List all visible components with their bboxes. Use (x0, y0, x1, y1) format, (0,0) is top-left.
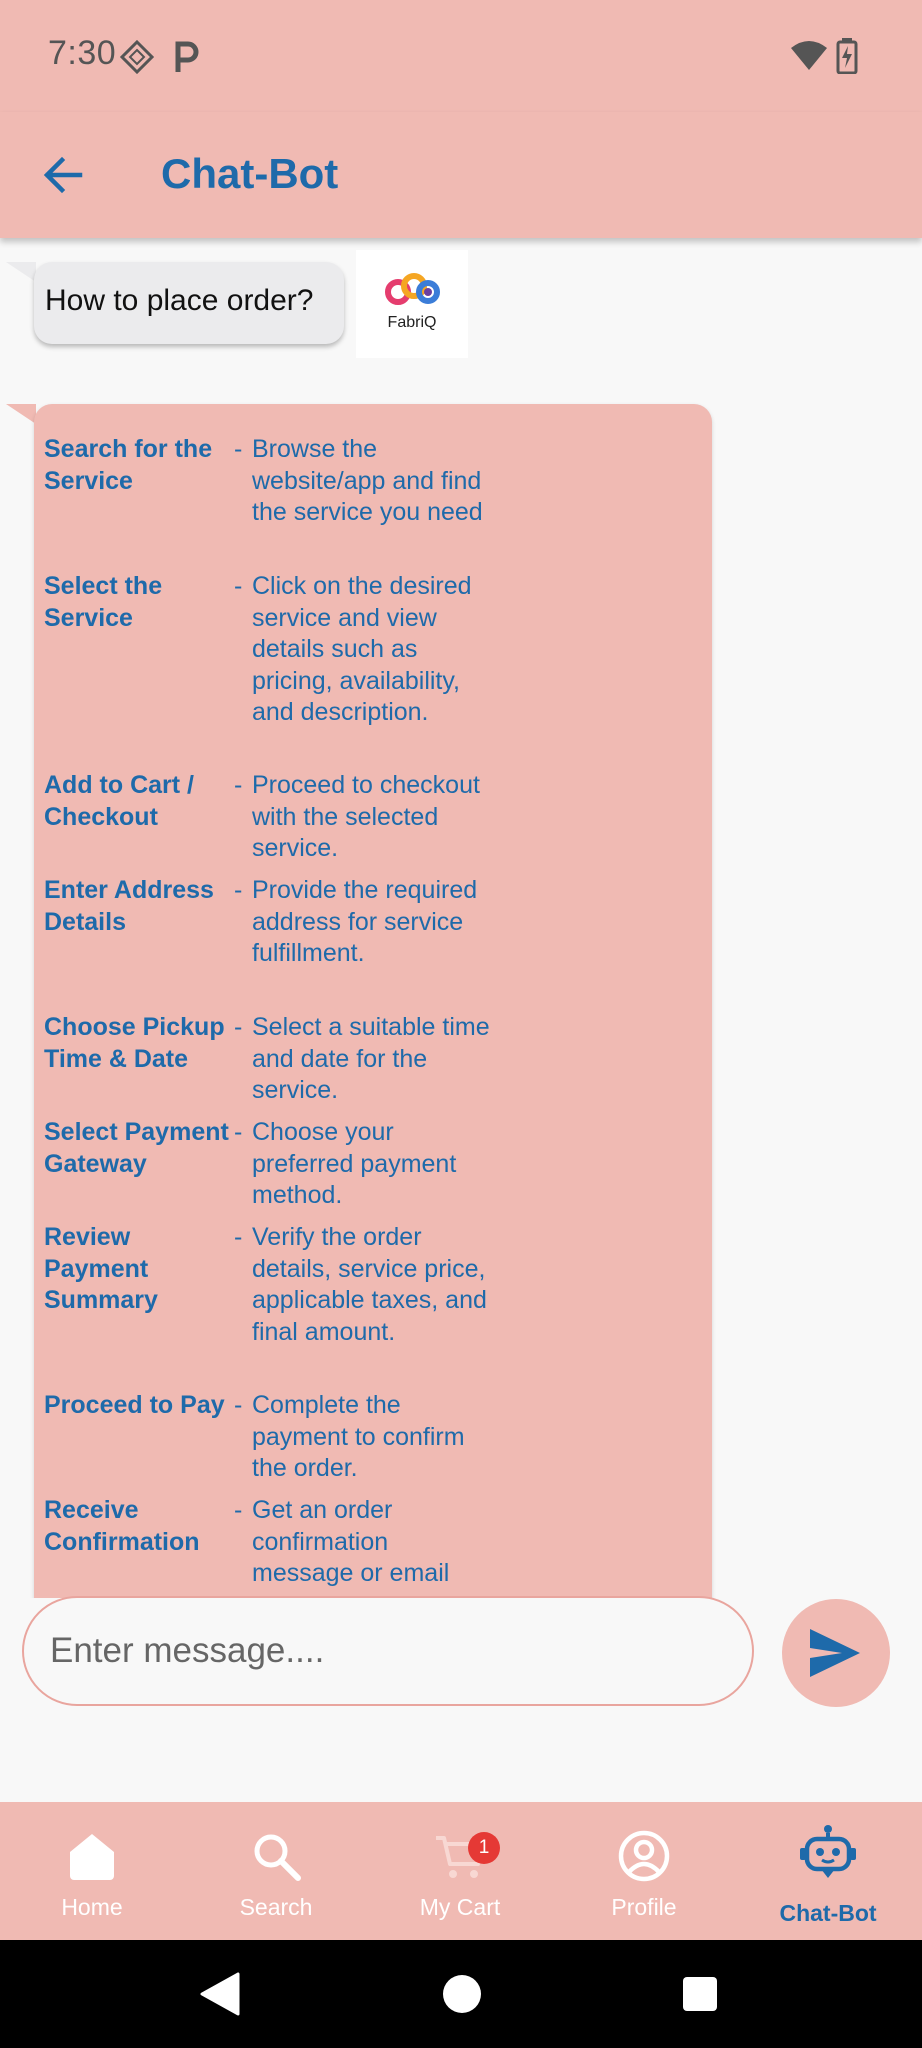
wifi-icon (791, 41, 827, 70)
step-row: Select Payment Gateway - Choose your pre… (44, 1117, 504, 1213)
step-description: Proceed to checkout with the selected se… (252, 771, 480, 862)
step-label: Select the Service (44, 572, 163, 632)
app-bar: Chat-Bot (0, 112, 922, 238)
step-dash: - (234, 1496, 243, 1524)
status-bar: 7:30 (0, 0, 922, 112)
step-dash: - (234, 1118, 243, 1146)
step-description: Click on the desired service and view de… (252, 572, 472, 726)
robot-icon (800, 1825, 856, 1878)
step-description: Get an order confirmation message or ema… (252, 1496, 450, 1587)
chat-area[interactable]: How to place order? FabriQ Search for th… (0, 238, 922, 1598)
step-row: Choose Pickup Time & Date - Select a sui… (44, 1012, 504, 1108)
send-button[interactable] (782, 1599, 890, 1707)
status-time: 7:30 (48, 34, 117, 72)
cart-badge: 1 (468, 1832, 500, 1864)
step-row: Proceed to Pay - Complete the payment to… (44, 1390, 504, 1486)
nav-label-my-cart: My Cart (419, 1894, 501, 1920)
user-bubble-tail (6, 262, 36, 282)
bottom-nav: Home Search 1 My Cart Profile Chat-Bot (0, 1802, 922, 1940)
send-icon (810, 1629, 860, 1677)
step-dash: - (234, 771, 243, 799)
step-description: Browse the website/app and find the serv… (252, 435, 483, 526)
step-row: Add to Cart / Checkout - Proceed to chec… (44, 770, 504, 866)
bot-message-bubble: Search for the Service - Browse the webs… (34, 404, 712, 1598)
nav-label-search: Search (239, 1894, 313, 1920)
bot-avatar-label: FabriQ (387, 314, 437, 331)
step-row: Select the Service - Click on the desire… (44, 571, 504, 763)
bot-avatar: FabriQ (356, 250, 468, 358)
step-dash: - (234, 435, 243, 463)
step-row: Search for the Service - Browse the webs… (44, 434, 504, 562)
fabriq-logo-icon (385, 273, 440, 305)
home-circle-icon[interactable] (442, 1974, 482, 2014)
home-icon (70, 1834, 114, 1880)
step-description: Complete the payment to confirm the orde… (252, 1391, 465, 1482)
step-dash: - (234, 572, 243, 600)
nav-label-profile: Profile (611, 1894, 677, 1920)
nav-label-chat-bot: Chat-Bot (779, 1900, 877, 1926)
recents-square-icon[interactable] (682, 1976, 718, 2012)
parking-p-icon (175, 41, 199, 72)
step-label: Enter Address Details (44, 876, 214, 936)
step-row: Enter Address Details - Provide the requ… (44, 875, 504, 1003)
step-label: Receive Confirmation (44, 1496, 200, 1556)
nav-label-home: Home (61, 1894, 123, 1920)
nav-item-profile[interactable]: Profile (552, 1802, 736, 1940)
back-triangle-icon[interactable] (198, 1972, 240, 2016)
step-description: Verify the order details, service price,… (252, 1223, 487, 1346)
nav-item-my-cart[interactable]: 1 My Cart (368, 1802, 552, 1940)
bot-bubble-tail (6, 404, 36, 424)
step-label: Add to Cart / Checkout (44, 771, 194, 831)
battery-charging-icon (836, 38, 858, 74)
step-dash: - (234, 1013, 243, 1041)
search-icon (254, 1834, 301, 1881)
user-message-text: How to place order? (45, 284, 314, 317)
system-nav-bar (0, 1940, 922, 2048)
profile-icon (618, 1830, 670, 1882)
step-description: Select a suitable time and date for the … (252, 1013, 490, 1104)
back-arrow-icon[interactable] (38, 150, 88, 200)
step-row: Receive Confirmation - Get an order conf… (44, 1495, 504, 1591)
nav-item-chat-bot[interactable]: Chat-Bot (736, 1802, 920, 1940)
step-dash: - (234, 1223, 243, 1251)
step-description: Choose your preferred payment method. (252, 1118, 457, 1209)
step-label: Select Payment Gateway (44, 1118, 229, 1178)
user-message-bubble: How to place order? (34, 262, 344, 344)
location-diamond-icon (120, 40, 154, 74)
step-row: Review Payment Summary - Verify the orde… (44, 1222, 504, 1382)
step-label: Proceed to Pay (44, 1391, 225, 1419)
step-dash: - (234, 1391, 243, 1419)
step-label: Search for the Service (44, 435, 213, 495)
nav-item-search[interactable]: Search (184, 1802, 368, 1940)
step-label: Review Payment Summary (44, 1223, 158, 1314)
message-input[interactable] (22, 1596, 754, 1706)
step-dash: - (234, 876, 243, 904)
page-title: Chat-Bot (161, 150, 339, 197)
step-label: Choose Pickup Time & Date (44, 1013, 225, 1073)
step-description: Provide the required address for service… (252, 876, 478, 967)
nav-item-home[interactable]: Home (0, 1802, 184, 1940)
